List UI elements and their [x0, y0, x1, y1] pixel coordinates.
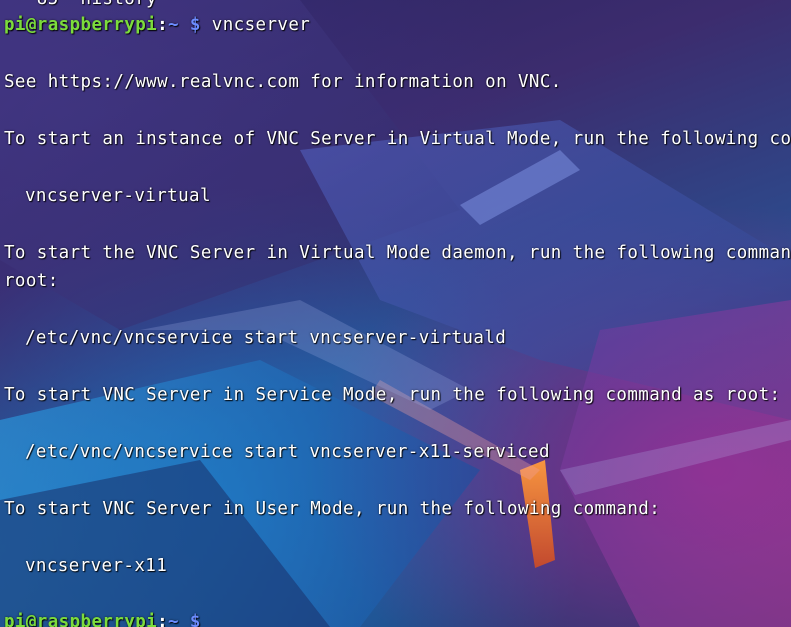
prompt-path: ~ [168, 15, 179, 35]
prompt-line: pi@raspberrypi:~ $ vncserver [4, 13, 310, 37]
prompt-line-current[interactable]: pi@raspberrypi:~ $ [4, 610, 212, 627]
prompt-colon: : [157, 612, 169, 627]
output-daemon-cmd: /etc/vnc/vncservice start vncserver-virt… [25, 328, 507, 348]
output-service-intro: To start VNC Server in Service Mode, run… [4, 385, 781, 405]
prompt-colon: : [157, 15, 169, 35]
output-see-info: See https://www.realvnc.com for informat… [4, 72, 562, 92]
output-user-intro: To start VNC Server in User Mode, run th… [4, 499, 661, 519]
prompt-path: ~ [168, 612, 179, 627]
history-line-partial: 85 history [4, 0, 157, 11]
prompt-user-host: pi@raspberrypi [4, 612, 158, 627]
output-daemon-intro-wrap: root: [4, 271, 59, 291]
output-service-cmd: /etc/vnc/vncservice start vncserver-x11-… [25, 442, 550, 462]
terminal-output[interactable]: 85 history pi@raspberrypi:~ $ vncserver … [4, 0, 791, 627]
prompt-symbol: $ [178, 15, 212, 35]
prompt-user-host: pi@raspberrypi [4, 15, 158, 35]
output-virtual-cmd: vncserver-virtual [25, 186, 211, 206]
output-virtual-intro: To start an instance of VNC Server in Vi… [4, 129, 791, 149]
output-user-cmd: vncserver-x11 [25, 556, 168, 576]
prompt-command: vncserver [211, 15, 311, 35]
output-daemon-intro: To start the VNC Server in Virtual Mode … [4, 243, 791, 263]
prompt-symbol: $ [178, 612, 212, 627]
